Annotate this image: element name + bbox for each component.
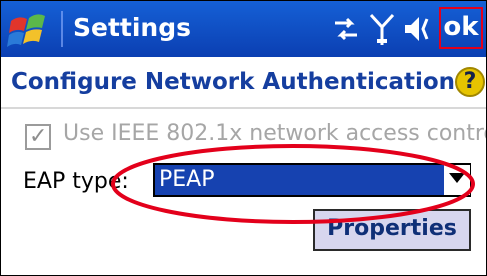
page-header: Configure Network Authentication ? <box>1 57 486 109</box>
ieee-8021x-label: Use IEEE 802.1x network access control <box>63 121 487 146</box>
eap-type-value: PEAP <box>159 167 215 192</box>
ieee-8021x-checkbox[interactable]: ✓ <box>25 124 51 150</box>
check-icon: ✓ <box>29 124 48 149</box>
page-title: Configure Network Authentication <box>11 69 456 95</box>
settings-window: Settings ok Configure Network Authentica… <box>0 0 487 276</box>
windows-start-icon[interactable] <box>7 9 53 49</box>
properties-button[interactable]: Properties <box>313 209 471 251</box>
help-icon[interactable]: ? <box>455 67 485 97</box>
dropdown-arrow-icon[interactable] <box>444 165 470 195</box>
ok-button[interactable]: ok <box>439 7 483 49</box>
app-title: Settings <box>73 13 192 42</box>
eap-type-label: EAP type: <box>23 169 129 194</box>
speaker-icon[interactable] <box>403 9 435 49</box>
title-separator <box>61 11 63 47</box>
title-bar: Settings ok <box>1 1 486 57</box>
antenna-icon[interactable] <box>369 9 395 49</box>
network-arrows-icon[interactable] <box>331 9 361 49</box>
eap-type-dropdown[interactable]: PEAP <box>153 163 471 197</box>
